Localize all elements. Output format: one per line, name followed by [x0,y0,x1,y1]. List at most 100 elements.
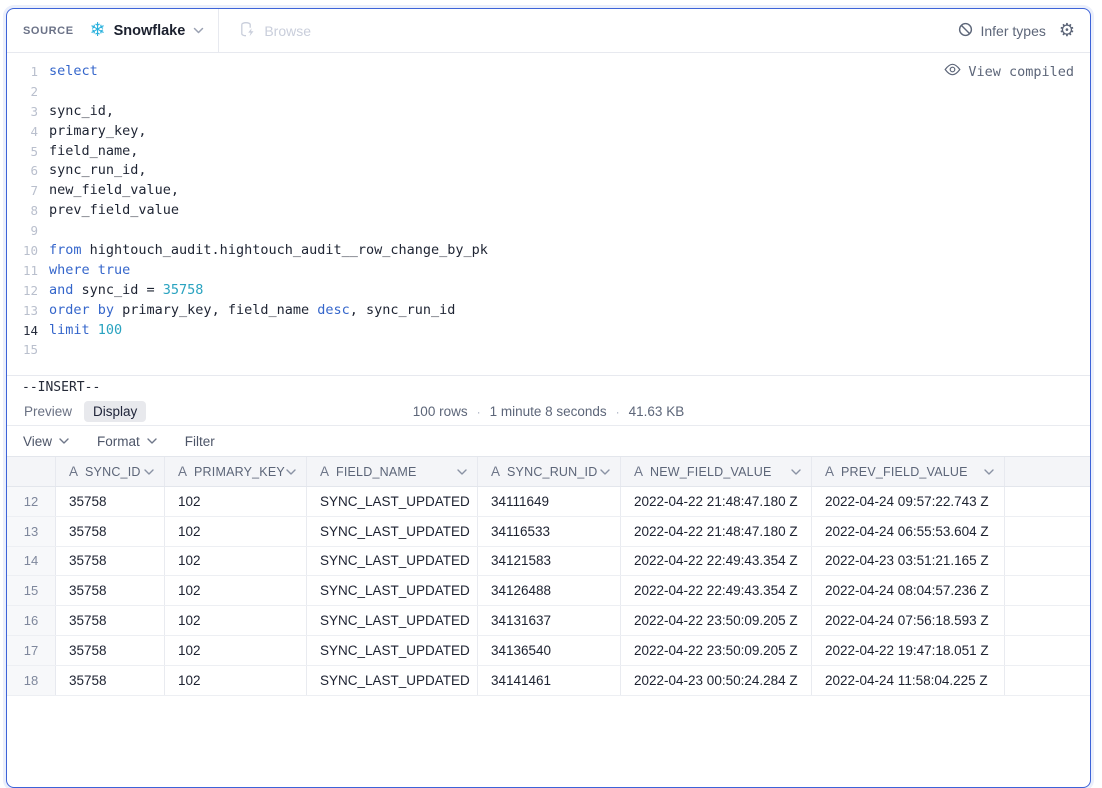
table-cell[interactable]: 102 [165,606,307,635]
header-gutter-cell [7,457,56,486]
string-type-icon: A [178,464,187,479]
tab-preview[interactable]: Preview [15,401,81,422]
table-cell[interactable]: SYNC_LAST_UPDATED [307,576,478,605]
string-type-icon: A [634,464,643,479]
gear-icon[interactable]: ⚙ [1059,22,1075,40]
table-cell[interactable]: 34111649 [478,487,621,516]
table-row[interactable]: 1835758102SYNC_LAST_UPDATED341414612022-… [7,666,1090,696]
table-cell[interactable]: SYNC_LAST_UPDATED [307,666,478,695]
table-cell[interactable]: 2022-04-22 23:50:09.205 Z [621,636,812,665]
table-cell[interactable]: 2022-04-23 00:50:24.284 Z [621,666,812,695]
format-menu[interactable]: Format [97,434,157,449]
table-cell[interactable]: 34116533 [478,517,621,546]
column-name: FIELD_NAME [336,465,457,479]
table-cell[interactable]: 102 [165,547,307,576]
source-select-dropdown[interactable]: ❄ Snowflake [86,15,209,46]
row-number: 17 [7,636,56,665]
table-cell-empty [1005,606,1090,635]
row-number: 16 [7,606,56,635]
table-cell[interactable]: 34126488 [478,576,621,605]
filter-menu-label: Filter [185,434,215,449]
column-header-field_name[interactable]: AFIELD_NAME [307,457,478,486]
line-number: 2 [7,82,38,102]
column-name: NEW_FIELD_VALUE [650,465,791,479]
table-cell[interactable]: 35758 [56,547,165,576]
table-cell[interactable]: 34141461 [478,666,621,695]
column-header-prev_field_value[interactable]: APREV_FIELD_VALUE [812,457,1005,486]
row-number: 12 [7,487,56,516]
table-cell[interactable]: 2022-04-22 19:47:18.051 Z [812,636,1005,665]
view-menu[interactable]: View [23,434,69,449]
table-cell[interactable]: 35758 [56,636,165,665]
table-cell[interactable]: 102 [165,576,307,605]
line-number: 3 [7,102,38,122]
table-cell[interactable]: 102 [165,487,307,516]
table-cell[interactable]: 2022-04-24 09:57:22.743 Z [812,487,1005,516]
source-bar: SOURCE ❄ Snowflake Browse Infe [7,9,1090,53]
table-cell[interactable]: SYNC_LAST_UPDATED [307,606,478,635]
filter-menu[interactable]: Filter [185,434,215,449]
table-cell[interactable]: 35758 [56,517,165,546]
table-row[interactable]: 1635758102SYNC_LAST_UPDATED341316372022-… [7,606,1090,636]
grid-header-row: ASYNC_IDAPRIMARY_KEYAFIELD_NAMEASYNC_RUN… [7,456,1090,487]
table-cell[interactable]: 102 [165,636,307,665]
results-tabs-row: Preview Display 100 rows · 1 minute 8 se… [7,398,1090,425]
code-text: field_name, [38,142,138,162]
chevron-down-icon[interactable] [600,469,610,475]
column-header-primary_key[interactable]: APRIMARY_KEY [165,457,307,486]
header-empty-cell [1005,457,1090,486]
chevron-down-icon[interactable] [144,469,154,475]
code-text [38,340,49,360]
chevron-down-icon[interactable] [286,469,296,475]
row-number: 15 [7,576,56,605]
table-row[interactable]: 1235758102SYNC_LAST_UPDATED341116492022-… [7,487,1090,517]
table-cell[interactable]: 102 [165,517,307,546]
table-cell[interactable]: 2022-04-22 21:48:47.180 Z [621,487,812,516]
table-cell[interactable]: SYNC_LAST_UPDATED [307,517,478,546]
table-cell[interactable]: 2022-04-24 08:04:57.236 Z [812,576,1005,605]
table-cell[interactable]: 35758 [56,606,165,635]
table-cell[interactable]: SYNC_LAST_UPDATED [307,636,478,665]
sql-code-editor[interactable]: 1select23sync_id,4primary_key,5field_nam… [7,53,1090,375]
table-cell[interactable]: SYNC_LAST_UPDATED [307,487,478,516]
table-cell[interactable]: 2022-04-22 23:50:09.205 Z [621,606,812,635]
column-header-sync_run_id[interactable]: ASYNC_RUN_ID [478,457,621,486]
table-cell[interactable]: 2022-04-23 03:51:21.165 Z [812,547,1005,576]
table-cell[interactable]: 35758 [56,666,165,695]
code-text: from hightouch_audit.hightouch_audit__ro… [38,241,488,261]
row-number: 13 [7,517,56,546]
table-row[interactable]: 1435758102SYNC_LAST_UPDATED341215832022-… [7,547,1090,577]
column-name: PREV_FIELD_VALUE [841,465,984,479]
table-row[interactable]: 1735758102SYNC_LAST_UPDATED341365402022-… [7,636,1090,666]
table-cell[interactable]: 2022-04-24 11:58:04.225 Z [812,666,1005,695]
table-cell[interactable]: 34131637 [478,606,621,635]
column-header-new_field_value[interactable]: A NEW_FIELD_VALUE [621,457,812,486]
table-cell[interactable]: 102 [165,666,307,695]
column-header-sync_id[interactable]: A SYNC_ID [56,457,165,486]
table-cell[interactable]: 2022-04-24 07:56:18.593 Z [812,606,1005,635]
column-name: SYNC_ID [85,465,144,479]
string-type-icon: A [69,464,78,479]
infer-types-button[interactable]: Infer types [958,22,1045,40]
view-compiled-button[interactable]: View compiled [944,63,1074,80]
table-cell-empty [1005,547,1090,576]
browse-button[interactable]: Browse [239,21,311,41]
code-text: sync_run_id, [38,161,147,181]
table-cell[interactable]: 34121583 [478,547,621,576]
line-number: 11 [7,261,38,281]
table-row[interactable]: 1335758102SYNC_LAST_UPDATED341165332022-… [7,517,1090,547]
table-cell[interactable]: 34136540 [478,636,621,665]
table-row[interactable]: 1535758102SYNC_LAST_UPDATED341264882022-… [7,576,1090,606]
table-cell[interactable]: 2022-04-22 21:48:47.180 Z [621,517,812,546]
table-cell[interactable]: 2022-04-22 22:49:43.354 Z [621,547,812,576]
table-cell[interactable]: SYNC_LAST_UPDATED [307,547,478,576]
table-cell[interactable]: 35758 [56,487,165,516]
grid-toolbar: View Format Filter [7,425,1090,456]
table-cell[interactable]: 35758 [56,576,165,605]
chevron-down-icon[interactable] [984,469,994,475]
table-cell[interactable]: 2022-04-24 06:55:53.604 Z [812,517,1005,546]
tab-display[interactable]: Display [84,401,146,422]
table-cell[interactable]: 2022-04-22 22:49:43.354 Z [621,576,812,605]
chevron-down-icon[interactable] [457,469,467,475]
chevron-down-icon[interactable] [791,469,801,475]
